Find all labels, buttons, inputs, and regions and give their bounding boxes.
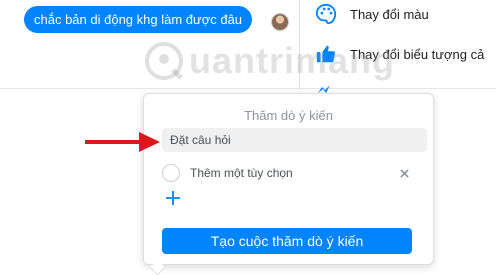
- option-row: [162, 162, 412, 184]
- poll-title: Thăm dò ý kiến: [244, 108, 333, 123]
- avatar[interactable]: [271, 13, 289, 31]
- annotation-arrow: [85, 129, 160, 155]
- close-icon[interactable]: [396, 165, 412, 181]
- watermark-logo-icon: [143, 40, 185, 82]
- section-divider: [0, 88, 496, 89]
- palette-icon: [314, 2, 338, 26]
- change-color-item[interactable]: Thay đổi màu: [314, 2, 429, 26]
- watermark-text: uantrimang: [189, 40, 396, 81]
- plus-icon[interactable]: [164, 189, 182, 207]
- change-color-label: Thay đổi màu: [350, 6, 429, 22]
- option-radio[interactable]: [162, 164, 180, 182]
- create-poll-button[interactable]: Tạo cuộc thăm dò ý kiến: [162, 228, 412, 254]
- option-input[interactable]: [190, 166, 380, 180]
- poll-dialog: Thăm dò ý kiến Tạo cuộc thăm dò ý kiến: [143, 93, 434, 265]
- message-bubble[interactable]: chắc bản di động khg làm được đâu: [24, 6, 253, 33]
- question-input[interactable]: [162, 128, 427, 152]
- watermark: uantrimang: [143, 36, 395, 86]
